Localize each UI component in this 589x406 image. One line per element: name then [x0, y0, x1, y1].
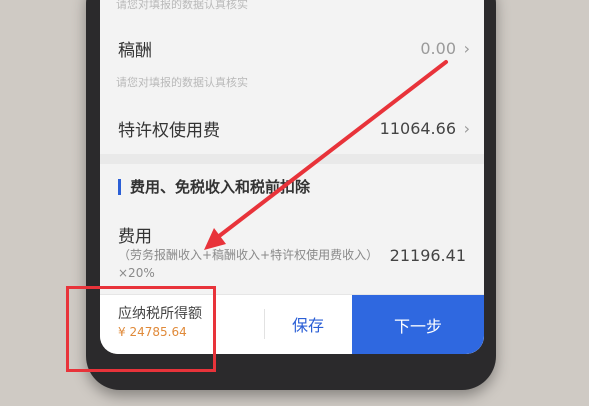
annotation-arrow-icon [204, 60, 448, 250]
